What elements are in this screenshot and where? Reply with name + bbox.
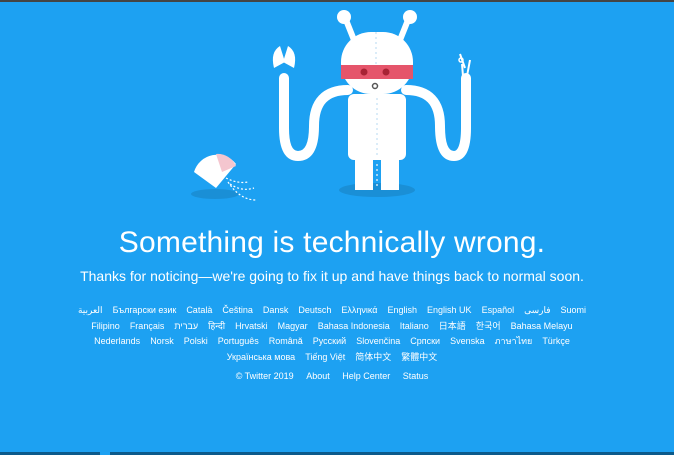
help-center-link[interactable]: Help Center <box>342 371 390 381</box>
language-link[interactable]: Български език <box>113 303 177 319</box>
claw-right <box>283 46 296 68</box>
language-link[interactable]: Português <box>218 334 259 350</box>
language-link[interactable]: English UK <box>427 303 472 319</box>
language-link[interactable]: Suomi <box>561 303 587 319</box>
language-link[interactable]: English <box>388 303 418 319</box>
language-link[interactable]: Nederlands <box>94 334 140 350</box>
language-link[interactable]: Català <box>186 303 212 319</box>
head-shadow <box>191 189 239 199</box>
language-link[interactable]: Bahasa Indonesia <box>318 319 390 335</box>
claw-left <box>272 46 285 68</box>
language-link[interactable]: Dansk <box>263 303 289 319</box>
language-link[interactable]: 日本語 <box>439 319 466 335</box>
copyright-text: © Twitter 2019 <box>235 371 294 381</box>
language-link[interactable]: Español <box>482 303 515 319</box>
language-link[interactable]: Română <box>269 334 303 350</box>
language-link[interactable]: ภาษาไทย <box>495 334 533 350</box>
language-link[interactable]: Polski <box>184 334 208 350</box>
language-link[interactable]: Hrvatski <box>235 319 268 335</box>
language-link[interactable]: Српски <box>410 334 440 350</box>
language-link[interactable]: Українська мова <box>227 350 295 366</box>
language-link[interactable]: Русский <box>313 334 346 350</box>
language-link[interactable]: Deutsch <box>298 303 331 319</box>
footer: © Twitter 2019 About Help Center Status <box>0 371 664 381</box>
language-link[interactable]: Slovenčina <box>356 334 400 350</box>
page-title: Something is technically wrong. <box>118 226 546 259</box>
language-link[interactable]: Magyar <box>278 319 308 335</box>
language-link[interactable]: Türkçe <box>542 334 570 350</box>
language-link[interactable]: हिन्दी <box>208 319 225 335</box>
language-link[interactable]: 简体中文 <box>355 350 391 366</box>
language-link[interactable]: Svenska <box>450 334 485 350</box>
status-link[interactable]: Status <box>403 371 429 381</box>
language-link[interactable]: Italiano <box>400 319 429 335</box>
language-list: العربية Български език Català Čeština Dansk D… <box>66 303 598 365</box>
language-link[interactable]: Norsk <box>150 334 174 350</box>
broken-robot-illustration <box>191 10 471 201</box>
language-link[interactable]: עברית <box>174 319 198 335</box>
language-link[interactable]: العربية <box>78 303 103 319</box>
language-link[interactable]: Tiếng Việt <box>305 350 345 366</box>
language-link[interactable]: فارسی <box>524 303 550 319</box>
window-top-border <box>0 0 674 2</box>
language-link[interactable]: Bahasa Melayu <box>511 319 573 335</box>
about-link[interactable]: About <box>306 371 330 381</box>
language-link[interactable]: Filipino <box>91 319 120 335</box>
robot-visor <box>341 65 413 79</box>
language-link[interactable]: Ελληνικά <box>341 303 377 319</box>
language-link[interactable]: 한국어 <box>476 319 501 335</box>
language-link[interactable]: Français <box>130 319 165 335</box>
page-subtitle: Thanks for noticing—we're going to fix i… <box>80 268 584 284</box>
language-link[interactable]: Čeština <box>222 303 253 319</box>
language-link[interactable]: 繁體中文 <box>401 350 437 366</box>
